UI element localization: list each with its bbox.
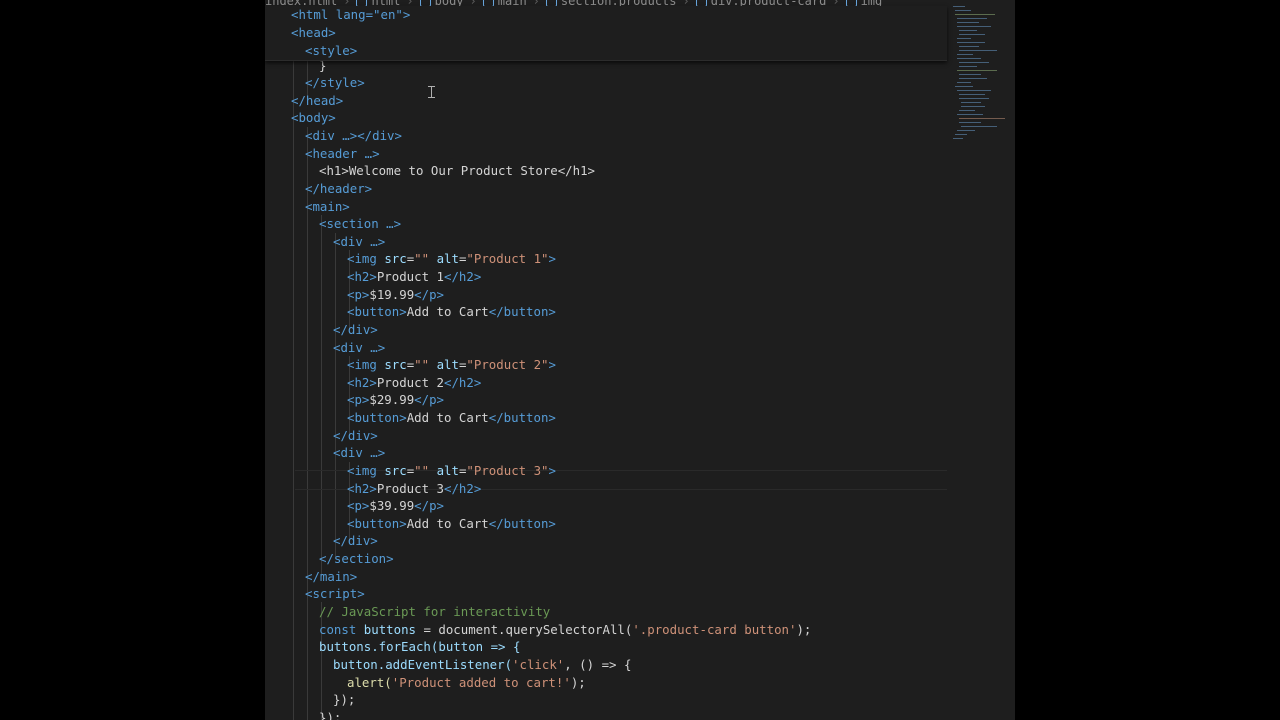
code-line-style-open[interactable]: <style> [305, 42, 357, 60]
sticky-scroll-header[interactable]: <html lang="en"> <head> <style> [265, 6, 947, 61]
code-line-header-collapsed[interactable]: <header …> [305, 145, 380, 163]
indent-guide [335, 233, 336, 557]
code-line-price[interactable]: <p>$19.99</p> [347, 286, 444, 304]
text-cursor-icon [428, 86, 435, 98]
code-line-img[interactable]: <img src="" alt="Product 1"> [347, 250, 556, 268]
code-line-price[interactable]: <p>$39.99</p> [347, 497, 444, 515]
code-line-script-open[interactable]: <script> [305, 585, 365, 603]
product-name: Product 2 [376, 375, 444, 390]
product-price: $19.99 [369, 287, 415, 302]
code-line-button[interactable]: <button>Add to Cart</button> [347, 409, 556, 427]
button-label: Add to Cart [406, 516, 489, 531]
code-line-h2[interactable]: <h2>Product 2</h2> [347, 374, 481, 392]
js-variable: buttons [363, 622, 416, 637]
code-line-button[interactable]: <button>Add to Cart</button> [347, 515, 556, 533]
code-line-header-close[interactable]: </header> [305, 180, 372, 198]
product-price: $39.99 [369, 498, 415, 513]
code-line-div-close[interactable]: </div> [333, 427, 378, 445]
button-label: Add to Cart [406, 410, 489, 425]
code-line-button[interactable]: <button>Add to Cart</button> [347, 303, 556, 321]
indent-guide [293, 60, 294, 720]
code-line-head-close[interactable]: </head> [291, 92, 343, 110]
code-line-div-close[interactable]: </div> [333, 532, 378, 550]
js-expression: = document.querySelectorAll( [416, 622, 633, 637]
code-line-js-alert[interactable]: alert('Product added to cart!'); [347, 674, 586, 692]
code-line-div-close[interactable]: </div> [333, 321, 378, 339]
code-line-product-div[interactable]: <div …> [333, 233, 385, 251]
js-expression: , () => { [564, 657, 632, 672]
product-price: $29.99 [369, 392, 415, 407]
js-function: alert( [347, 675, 392, 690]
code-line-product-div[interactable]: <div …> [333, 444, 385, 462]
code-line-div-collapsed[interactable]: <div …></div> [305, 127, 402, 145]
code-line-js-listener[interactable]: button.addEventListener('click', () => { [333, 656, 631, 674]
code-line-h1[interactable]: <h1>Welcome to Our Product Store</h1> [319, 162, 595, 180]
js-string: 'Product added to cart!' [391, 675, 571, 690]
code-line-style-close[interactable]: </style> [305, 74, 365, 92]
img-alt-value: Product 1 [473, 251, 542, 266]
code-line-comment[interactable]: // JavaScript for interactivity [319, 603, 550, 621]
js-call: button.addEventListener( [333, 657, 513, 672]
code-line-price[interactable]: <p>$29.99</p> [347, 391, 444, 409]
code-line-body-open[interactable]: <body> [291, 109, 336, 127]
minimap[interactable] [953, 6, 1008, 146]
code-line-js-const[interactable]: const buttons = document.querySelectorAl… [319, 621, 811, 639]
js-string: '.product-card button' [632, 622, 797, 637]
button-label: Add to Cart [406, 304, 489, 319]
code-line-h2[interactable]: <h2>Product 1</h2> [347, 268, 481, 286]
img-alt-value: Product 2 [473, 357, 542, 372]
code-line-section-close[interactable]: </section> [319, 550, 394, 568]
product-name: Product 3 [376, 481, 444, 496]
code-line-main-open[interactable]: <main> [305, 198, 350, 216]
code-line-js-close[interactable]: }); [333, 691, 355, 709]
code-editor[interactable]: index.html › html › body › main › section.produc… [265, 0, 1015, 720]
product-name: Product 1 [376, 269, 444, 284]
img-alt-value: Product 3 [473, 463, 542, 478]
code-line-img[interactable]: <img src="" alt="Product 2"> [347, 356, 556, 374]
indent-guide [321, 215, 322, 575]
code-line-main-close[interactable]: </main> [305, 568, 357, 586]
code-line-img[interactable]: <img src="" alt="Product 3"> [347, 462, 556, 480]
code-line-js-foreach[interactable]: buttons.forEach(button => { [319, 638, 520, 656]
code-line-section-collapsed[interactable]: <section …> [319, 215, 401, 233]
js-keyword: const [319, 622, 357, 637]
code-line-h2[interactable]: <h2>Product 3</h2> [347, 480, 481, 498]
code-line-head-open[interactable]: <head> [291, 24, 336, 42]
js-string: 'click' [512, 657, 565, 672]
code-line-js-close[interactable]: }); [319, 709, 341, 720]
code-line-html-open[interactable]: <html lang="en"> [291, 6, 410, 24]
code-line-product-div[interactable]: <div …> [333, 339, 385, 357]
